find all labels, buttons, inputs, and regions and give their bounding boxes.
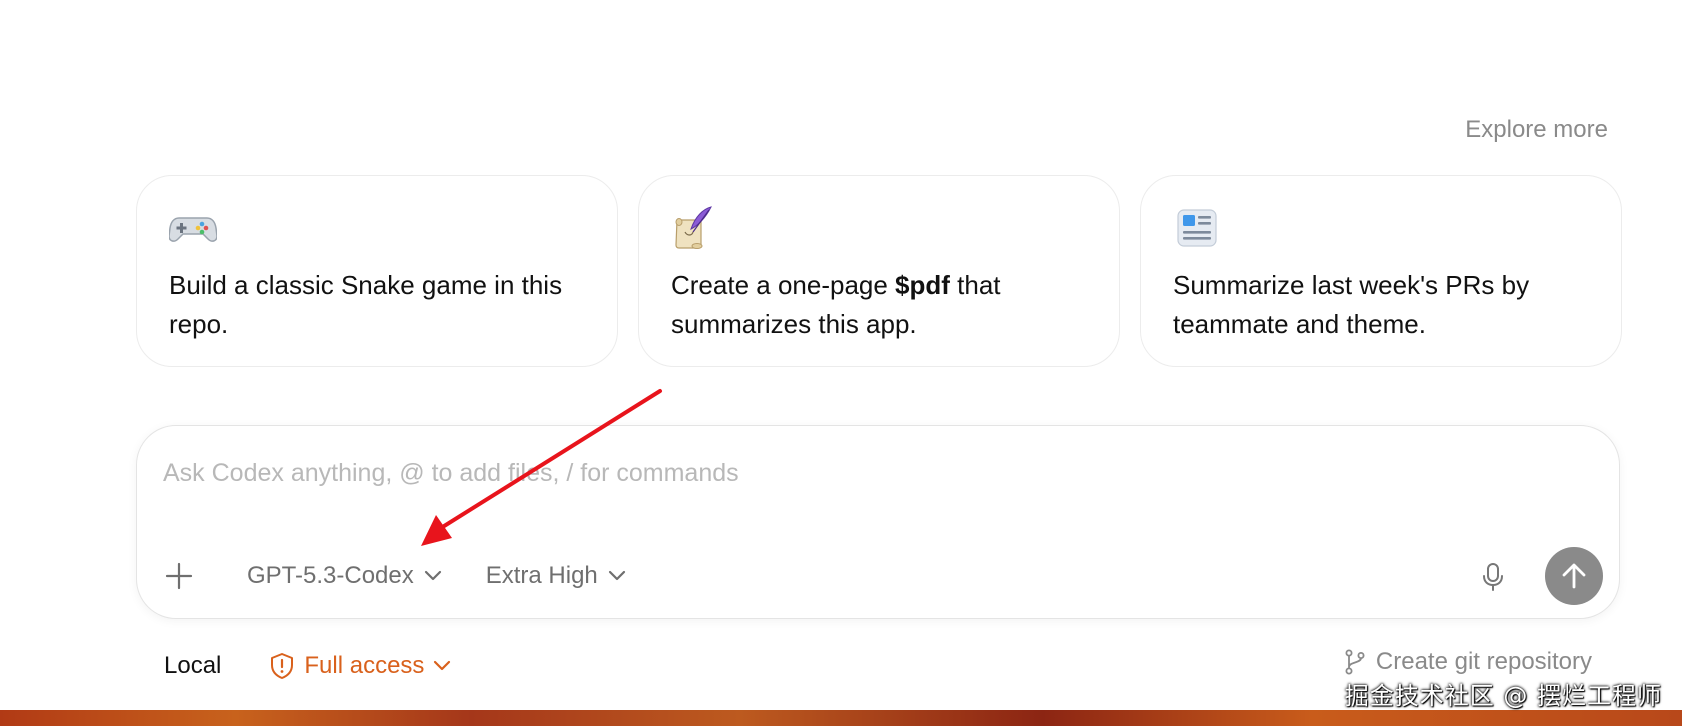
prompt-composer: GPT-5.3-Codex Extra High xyxy=(136,425,1620,619)
model-selector[interactable]: GPT-5.3-Codex xyxy=(247,562,442,590)
git-branch-icon xyxy=(1345,649,1365,675)
suggestion-text: Build a classic Snake game in this repo. xyxy=(169,270,563,339)
send-button[interactable] xyxy=(1545,547,1603,605)
suggestion-text-start: Create a one-page xyxy=(671,270,896,300)
arrow-up-icon xyxy=(1562,563,1586,589)
microphone-icon[interactable] xyxy=(1479,562,1507,592)
suggestion-card-prs[interactable]: Summarize last week's PRs by teammate an… xyxy=(1140,175,1622,367)
suggestion-cards: Build a classic Snake game in this repo.… xyxy=(136,175,1622,367)
access-mode-selector[interactable]: Full access xyxy=(269,652,451,680)
reasoning-label: Extra High xyxy=(485,562,598,589)
scroll-quill-icon xyxy=(675,206,712,249)
desktop-wallpaper-strip xyxy=(0,710,1682,726)
add-attachment-button[interactable] xyxy=(163,560,195,592)
watermark: 掘金技术社区 @ 摆烂工程师 xyxy=(1344,682,1662,710)
plus-icon xyxy=(165,562,193,590)
suggestion-card-snake[interactable]: Build a classic Snake game in this repo. xyxy=(136,175,618,367)
suggestion-card-pdf[interactable]: Create a one-page $pdf that summarizes t… xyxy=(638,175,1120,367)
explore-more-link[interactable]: Explore more xyxy=(1465,116,1608,144)
suggestion-text: Summarize last week's PRs by teammate an… xyxy=(1173,270,1530,339)
suggestion-text: Create a one-page $pdf that summarizes t… xyxy=(671,266,1089,344)
chevron-down-icon xyxy=(434,660,451,671)
gamepad-icon xyxy=(169,217,217,242)
newspaper-icon xyxy=(1177,209,1217,247)
prompt-input[interactable] xyxy=(161,458,1595,489)
codex-home: Explore more Build a classic Snake game … xyxy=(0,0,1682,726)
chevron-down-icon xyxy=(608,570,625,581)
access-label: Full access xyxy=(304,652,425,679)
model-label: GPT-5.3-Codex xyxy=(247,562,414,589)
shield-alert-icon xyxy=(271,653,294,679)
skill-token: $pdf xyxy=(895,270,950,300)
reasoning-effort-selector[interactable]: Extra High xyxy=(486,562,626,590)
location-selector[interactable]: Local xyxy=(164,652,221,680)
chevron-down-icon xyxy=(424,570,441,581)
create-git-repo-button[interactable]: Create git repository xyxy=(1343,648,1592,676)
git-label: Create git repository xyxy=(1375,648,1592,675)
composer-toolbar: GPT-5.3-Codex Extra High xyxy=(163,554,626,598)
